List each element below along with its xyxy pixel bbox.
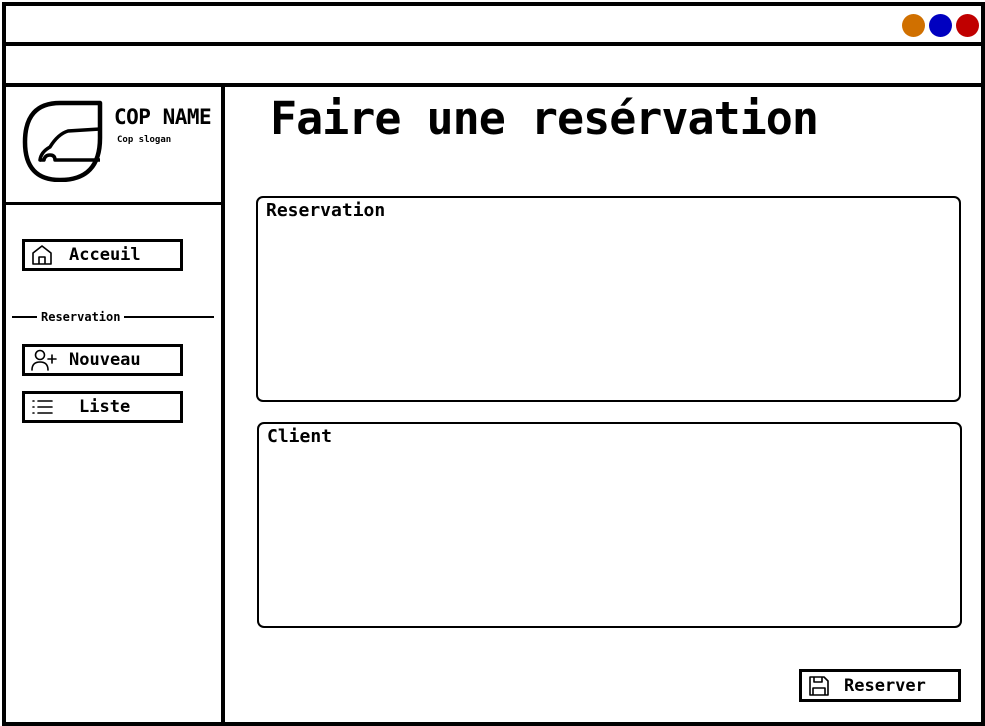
save-icon: [809, 675, 829, 696]
sidebar: COP NAME Cop slogan Acceuil Reservation …: [6, 87, 225, 722]
nav-home-button[interactable]: Acceuil: [22, 239, 183, 271]
company-slogan: Cop slogan: [117, 135, 172, 145]
client-panel: Client: [257, 422, 962, 628]
page-title: Faire une resérvation: [270, 92, 819, 145]
user-plus-icon: [31, 349, 57, 371]
reservation-panel: Reservation: [256, 196, 961, 402]
section-label: Reservation: [41, 310, 121, 324]
nav-new-label: Nouveau: [69, 350, 141, 370]
home-icon: [32, 245, 52, 265]
reservation-panel-title: Reservation: [266, 200, 386, 221]
separator-line: [124, 316, 214, 318]
reserve-button[interactable]: Reserver: [799, 669, 961, 702]
company-name: COP NAME: [114, 105, 212, 129]
logo-icon: [22, 100, 103, 182]
window-controls: [902, 14, 979, 37]
nav-list-button[interactable]: Liste: [22, 391, 183, 423]
nav-new-button[interactable]: Nouveau: [22, 344, 183, 376]
section-separator: Reservation: [12, 309, 214, 325]
toolbar: [6, 46, 981, 87]
brand-block: COP NAME Cop slogan: [6, 87, 221, 205]
nav-home-label: Acceuil: [69, 245, 141, 265]
client-panel-title: Client: [267, 426, 333, 447]
reserve-button-label: Reserver: [844, 675, 926, 696]
nav-list-label: Liste: [79, 397, 131, 417]
list-icon: [32, 400, 53, 414]
close-button[interactable]: [956, 14, 979, 37]
title-bar: [6, 6, 981, 46]
separator-line: [12, 316, 37, 318]
maximize-button[interactable]: [929, 14, 952, 37]
minimize-button[interactable]: [902, 14, 925, 37]
